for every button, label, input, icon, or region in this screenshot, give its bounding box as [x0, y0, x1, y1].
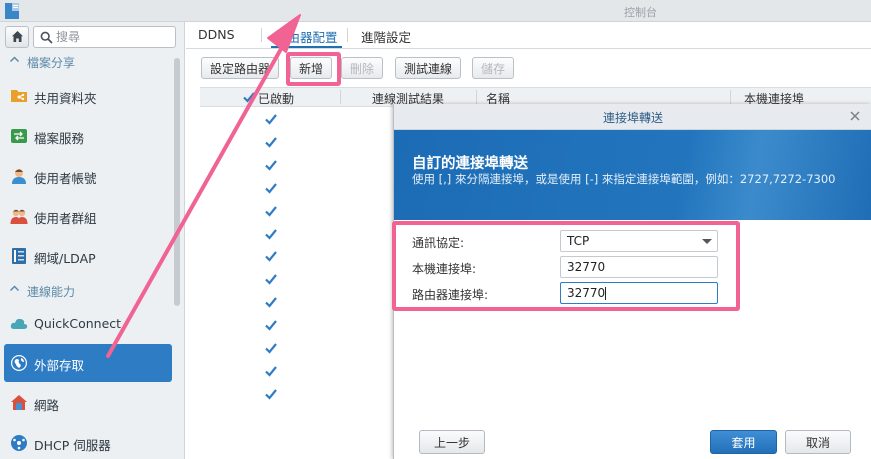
row-enabled-check-icon[interactable]: [264, 112, 278, 126]
dialog-titlebar: 連接埠轉送: [394, 104, 871, 130]
row-enabled-check-icon[interactable]: [264, 341, 278, 355]
section-connectivity[interactable]: 連線能力: [0, 279, 178, 301]
dialog-heading: 自訂的連接埠轉送: [412, 156, 528, 172]
search-icon: [40, 31, 53, 44]
sidebar-scrollbar[interactable]: [174, 58, 180, 306]
apply-button[interactable]: 套用: [710, 430, 777, 454]
section-label: 檔案分享: [27, 56, 76, 70]
back-button[interactable]: 上一步: [419, 430, 485, 454]
close-icon[interactable]: [848, 109, 862, 123]
cancel-button[interactable]: 取消: [785, 430, 851, 454]
sidebar-item-domain-ldap[interactable]: 網域/LDAP: [4, 237, 172, 275]
dropdown-arrow-icon: [702, 239, 712, 244]
sidebar-item-user[interactable]: 使用者帳號: [4, 157, 172, 195]
shared-folder-icon: [11, 90, 27, 102]
column-enabled[interactable]: 已啟動: [258, 90, 294, 107]
sidebar-item-label: 使用者群組: [34, 211, 97, 226]
domain-ldap-icon: [12, 248, 26, 264]
home-button[interactable]: [5, 26, 29, 48]
quickconnect-cloud-icon: [10, 318, 28, 329]
sidebar-item-label: 檔案服務: [34, 131, 85, 146]
file-services-icon: [11, 129, 27, 143]
user-icon: [12, 169, 26, 184]
add-button[interactable]: 新增: [290, 57, 333, 79]
section-file-sharing[interactable]: 檔案分享: [0, 50, 178, 72]
sidebar-item-shared-folder[interactable]: 共用資料夾: [4, 77, 172, 115]
sidebar-item-file-services[interactable]: 檔案服務: [4, 117, 172, 155]
sidebar-item-dhcp-server[interactable]: DHCP 伺服器: [4, 424, 172, 459]
sidebar-item-label: 網路: [34, 398, 60, 413]
delete-button[interactable]: 刪除: [341, 57, 384, 79]
column-divider: [476, 90, 477, 104]
dialog-description: 使用 [,] 來分隔連接埠，或是使用 [-] 來指定連接埠範圍，例如：2727,…: [412, 172, 836, 186]
row-enabled-check-icon[interactable]: [264, 295, 278, 309]
protocol-select[interactable]: TCP: [560, 230, 718, 252]
sidebar-item-external-access[interactable]: 外部存取: [4, 344, 172, 382]
router-port-value: 32770: [567, 286, 606, 300]
protocol-value: TCP: [567, 234, 590, 248]
dialog-title: 連接埠轉送: [602, 111, 663, 125]
globe-icon: [11, 355, 27, 371]
protocol-label: 通訊協定:: [412, 236, 465, 250]
router-port-field[interactable]: 32770: [560, 282, 718, 304]
row-enabled-check-icon[interactable]: [264, 181, 278, 195]
local-port-value: 32770: [567, 260, 606, 274]
dhcp-icon: [11, 435, 27, 451]
sidebar-item-group[interactable]: 使用者群組: [4, 197, 172, 235]
home-icon: [12, 31, 23, 42]
search-box[interactable]: [33, 26, 176, 48]
sidebar-item-label: 網域/LDAP: [34, 251, 96, 266]
port-forwarding-dialog: 連接埠轉送 自訂的連接埠轉送 使用 [,] 來分隔連接埠，或是使用 [-] 來指…: [393, 104, 871, 459]
text-cursor: [605, 287, 606, 300]
row-enabled-check-icon[interactable]: [264, 135, 278, 149]
save-button[interactable]: 儲存: [472, 57, 515, 79]
grid-body: [200, 107, 400, 407]
sidebar-item-quickconnect[interactable]: QuickConnect: [4, 305, 172, 343]
row-enabled-check-icon[interactable]: [264, 364, 278, 378]
column-divider: [340, 90, 341, 104]
column-divider: [730, 90, 731, 104]
row-enabled-check-icon[interactable]: [264, 272, 278, 286]
sidebar-item-label: QuickConnect: [34, 316, 122, 331]
select-all-check-icon[interactable]: [242, 90, 256, 104]
sidebar: 檔案分享 共用資料夾 檔案服務 使用者帳號 使用者群組: [0, 22, 185, 459]
row-enabled-check-icon[interactable]: [264, 158, 278, 172]
chevron-up-icon: [9, 56, 20, 63]
setup-router-button[interactable]: 設定路由器: [201, 57, 280, 79]
sidebar-item-label: 共用資料夾: [34, 91, 97, 106]
tab-ddns[interactable]: DDNS: [198, 27, 235, 42]
tab-router-config[interactable]: 路由器配置: [271, 27, 342, 48]
test-connection-button[interactable]: 測試連線: [395, 57, 462, 79]
dialog-header: 自訂的連接埠轉送 使用 [,] 來分隔連接埠，或是使用 [-] 來指定連接埠範圍…: [394, 130, 871, 220]
tab-divider: [347, 28, 348, 42]
search-input[interactable]: [56, 29, 171, 45]
sidebar-item-label: 使用者帳號: [34, 171, 97, 186]
row-enabled-check-icon[interactable]: [264, 387, 278, 401]
window-titlebar: 控制台: [0, 0, 871, 22]
local-port-label: 本機連接埠:: [412, 262, 477, 276]
row-enabled-check-icon[interactable]: [264, 227, 278, 241]
local-port-field[interactable]: 32770: [560, 256, 718, 278]
tab-bar: DDNS 路由器配置 進階設定: [186, 22, 871, 49]
sidebar-item-label: 外部存取: [34, 358, 85, 373]
network-house-icon: [11, 395, 27, 410]
tab-divider: [261, 28, 262, 42]
window-title: 控制台: [624, 6, 657, 19]
row-enabled-check-icon[interactable]: [264, 318, 278, 332]
section-label: 連線能力: [27, 285, 76, 299]
sidebar-item-network[interactable]: 網路: [4, 384, 172, 422]
row-enabled-check-icon[interactable]: [264, 204, 278, 218]
chevron-up-icon: [9, 285, 20, 292]
row-enabled-check-icon[interactable]: [264, 249, 278, 263]
sidebar-item-label: DHCP 伺服器: [34, 438, 111, 453]
router-port-label: 路由器連接埠:: [412, 288, 489, 302]
group-icon: [10, 209, 28, 224]
tab-advanced[interactable]: 進階設定: [361, 27, 411, 46]
